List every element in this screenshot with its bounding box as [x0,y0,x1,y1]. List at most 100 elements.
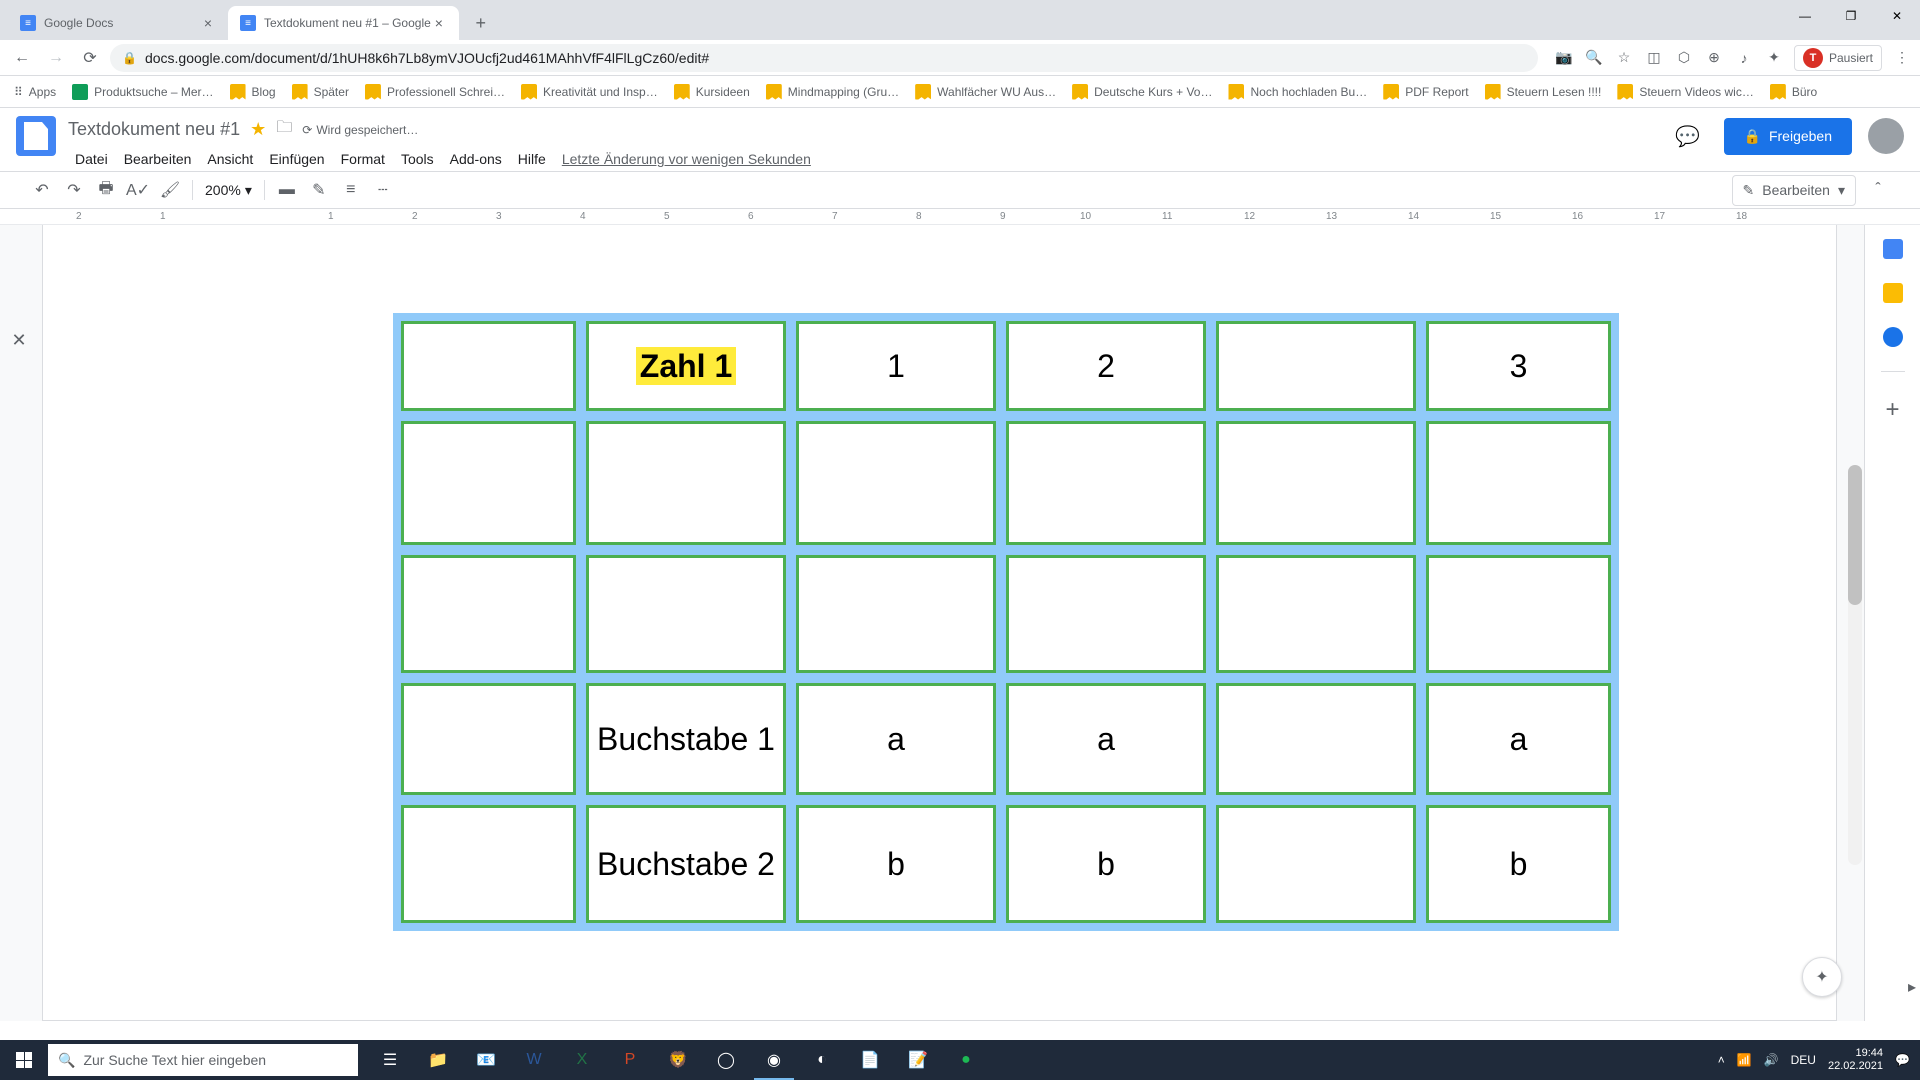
camera-icon[interactable]: 📷 [1554,48,1574,68]
share-button[interactable]: 🔒 Freigeben [1724,118,1852,155]
taskbar-search-input[interactable]: 🔍 Zur Suche Text hier eingeben [48,1044,358,1076]
outline-close-button[interactable]: ✕ [4,325,34,355]
obs-icon[interactable]: ◯ [702,1040,750,1080]
bookmark-item[interactable]: Kreativität und Insp… [515,80,664,104]
window-maximize-button[interactable]: ❐ [1828,0,1874,32]
menu-icon[interactable]: ⋮ [1892,48,1912,68]
bookmark-item[interactable]: Steuern Lesen !!!! [1479,80,1608,104]
menu-insert[interactable]: Einfügen [262,147,331,171]
table-cell[interactable] [401,321,576,411]
zoom-icon[interactable]: 🔍 [1584,48,1604,68]
table-cell[interactable] [1216,321,1416,411]
network-icon[interactable]: 📶 [1737,1053,1752,1067]
excel-icon[interactable]: X [558,1040,606,1080]
spellcheck-button[interactable]: A✓ [124,176,152,204]
border-color-button[interactable]: ✎ [305,176,333,204]
table-cell[interactable] [1216,805,1416,923]
paint-format-button[interactable]: 🖌 [156,176,184,204]
table-cell[interactable]: 3 [1426,321,1611,411]
vertical-scrollbar[interactable] [1848,465,1862,865]
border-dash-button[interactable]: ┄ [369,176,397,204]
browser-tab-active[interactable]: ≡ Textdokument neu #1 – Google × [228,6,459,40]
horizontal-ruler[interactable]: 2 1 1 2 3 4 5 6 7 8 9 10 11 12 13 14 15 … [0,209,1920,225]
editing-mode-button[interactable]: ✎ Bearbeiten ▾ [1732,175,1856,206]
table-cell[interactable]: a [796,683,996,795]
powerpoint-icon[interactable]: P [606,1040,654,1080]
forward-button[interactable]: → [42,44,70,72]
table-cell[interactable]: b [1426,805,1611,923]
bookmark-item[interactable]: Kursideen [668,80,756,104]
menu-edit[interactable]: Bearbeiten [117,147,199,171]
table-cell[interactable] [401,555,576,673]
table-cell[interactable]: Zahl 1 [586,321,786,411]
table-cell[interactable]: a [1426,683,1611,795]
task-view-button[interactable]: ☰ [366,1040,414,1080]
table-cell[interactable]: b [1006,805,1206,923]
browser-tab[interactable]: ≡ Google Docs × [8,6,228,40]
notifications-icon[interactable]: 💬 [1895,1053,1910,1067]
bookmark-item[interactable]: Noch hochladen Bu… [1222,80,1373,104]
table-cell[interactable]: 2 [1006,321,1206,411]
table-cell[interactable] [796,555,996,673]
window-close-button[interactable]: ✕ [1874,0,1920,32]
bookmark-item[interactable]: Später [286,80,355,104]
bookmark-item[interactable]: Deutsche Kurs + Vo… [1066,80,1218,104]
table-cell[interactable] [1006,555,1206,673]
table-cell[interactable] [401,683,576,795]
table-cell[interactable] [401,421,576,545]
notepad-icon[interactable]: 📝 [894,1040,942,1080]
move-icon[interactable]: 🗀 [276,116,292,143]
mail-icon[interactable]: 📧 [462,1040,510,1080]
menu-help[interactable]: Hilfe [511,147,553,171]
url-input[interactable]: 🔒 docs.google.com/document/d/1hUH8k6h7Lb… [110,44,1538,72]
bookmark-item[interactable]: Wahlfächer WU Aus… [909,80,1062,104]
bookmark-item[interactable]: Blog [224,80,282,104]
table-cell[interactable] [586,555,786,673]
explorer-icon[interactable]: 📁 [414,1040,462,1080]
table-cell[interactable] [1216,555,1416,673]
calendar-icon[interactable] [1883,239,1903,259]
menu-file[interactable]: Datei [68,147,115,171]
table-cell[interactable] [1426,555,1611,673]
star-icon[interactable]: ☆ [1614,48,1634,68]
reader-icon[interactable]: 📄 [846,1040,894,1080]
explore-button[interactable]: ✦ [1802,957,1842,997]
volume-icon[interactable]: 🔊 [1764,1053,1779,1067]
sidepanel-toggle-button[interactable]: ▸ [1908,977,1916,997]
bookmark-item[interactable]: Professionell Schrei… [359,80,511,104]
reload-button[interactable]: ⟳ [76,44,104,72]
table-cell[interactable] [796,421,996,545]
table-cell[interactable] [401,805,576,923]
bookmark-item[interactable]: Mindmapping (Gru… [760,80,905,104]
table-cell[interactable]: Buchstabe 2 [586,805,786,923]
tasks-icon[interactable] [1883,327,1903,347]
last-edit-link[interactable]: Letzte Änderung vor wenigen Sekunden [555,147,818,171]
start-button[interactable] [0,1040,48,1080]
document-title[interactable]: Textdokument neu #1 [68,119,240,140]
profile-paused-chip[interactable]: T Pausiert [1794,45,1882,71]
bookmark-item[interactable]: Steuern Videos wic… [1611,80,1760,104]
keep-icon[interactable] [1883,283,1903,303]
chrome-icon[interactable]: ◉ [750,1040,798,1080]
document-table[interactable]: Zahl 1123Buchstabe 1aaaBuchstabe 2bbb [393,313,1619,931]
table-cell[interactable]: a [1006,683,1206,795]
close-icon[interactable]: × [200,15,216,31]
docs-logo[interactable] [16,116,56,156]
edge-icon[interactable]: ◐ [798,1040,846,1080]
account-avatar[interactable] [1868,118,1904,154]
comments-button[interactable]: 💬 [1668,116,1708,156]
table-cell[interactable]: b [796,805,996,923]
bookmark-item[interactable]: Produktsuche – Mer… [66,80,219,104]
table-cell[interactable] [1216,683,1416,795]
star-icon[interactable]: ★ [250,119,266,140]
close-icon[interactable]: × [431,15,447,31]
add-addon-button[interactable]: + [1885,396,1899,424]
back-button[interactable]: ← [8,44,36,72]
table-cell[interactable] [1006,421,1206,545]
undo-button[interactable]: ↶ [28,176,56,204]
translate-icon[interactable]: ⊕ [1704,48,1724,68]
clock[interactable]: 19:44 22.02.2021 [1828,1047,1883,1073]
table-cell[interactable] [586,421,786,545]
music-icon[interactable]: ♪ [1734,48,1754,68]
word-icon[interactable]: W [510,1040,558,1080]
